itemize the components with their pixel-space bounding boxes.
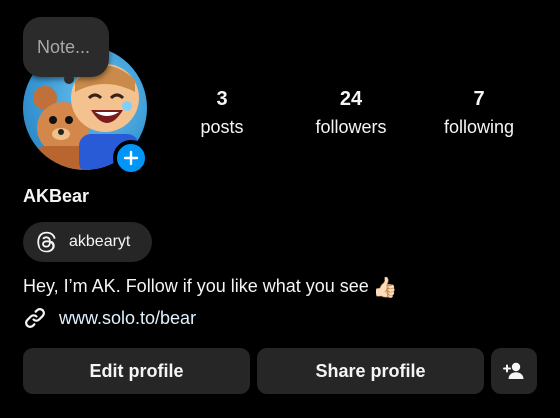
profile-username: AKBear [23, 186, 90, 206]
stat-following[interactable]: 7 following [419, 87, 539, 139]
plus-icon [123, 150, 139, 166]
threads-handle: akbearyt [69, 233, 131, 250]
following-count: 7 [473, 88, 485, 110]
share-profile-button[interactable]: Share profile [257, 348, 484, 394]
note-placeholder: Note... [37, 37, 91, 57]
followers-count: 24 [339, 88, 363, 110]
add-story-button[interactable] [113, 140, 149, 176]
edit-profile-button[interactable]: Edit profile [23, 348, 250, 394]
threads-icon [37, 231, 56, 253]
followers-label: followers [315, 117, 387, 137]
stat-followers[interactable]: 24 followers [291, 87, 411, 139]
profile-link-url[interactable]: www.solo.to/bear [59, 306, 196, 330]
stat-posts[interactable]: 3 posts [162, 87, 282, 139]
link-icon [25, 308, 45, 328]
note-bubble-tail [64, 74, 74, 84]
profile-bio: Hey, I’m AK. Follow if you like what you… [23, 274, 398, 300]
posts-count: 3 [216, 88, 228, 110]
bio-text: Hey, I’m AK. Follow if you like what you… [23, 276, 369, 296]
thumbs-up-emoji: 👍🏻 [372, 277, 398, 299]
add-person-icon [503, 362, 524, 379]
posts-label: posts [200, 117, 244, 137]
threads-badge-button[interactable]: akbearyt [23, 222, 152, 262]
discover-people-button[interactable] [491, 348, 537, 394]
following-label: following [443, 117, 515, 137]
profile-link[interactable]: www.solo.to/bear [23, 306, 196, 330]
